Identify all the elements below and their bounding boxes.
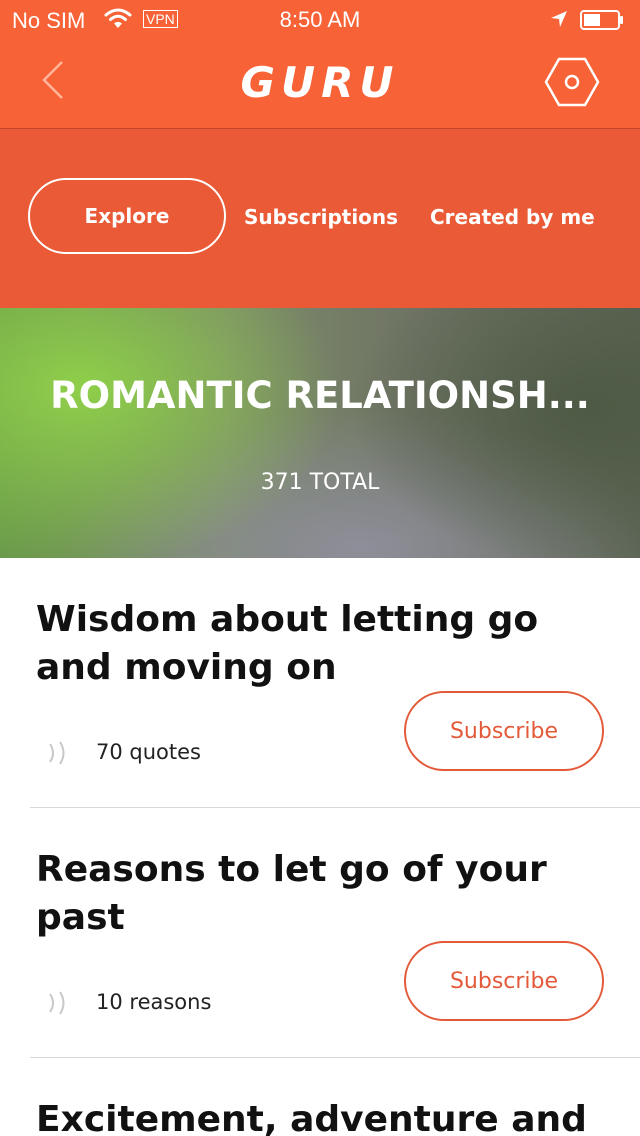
list-item[interactable]: Excitement, adventure and <box>0 1058 640 1136</box>
status-bar: No SIM VPN 8:50 AM <box>0 0 640 40</box>
tab-bar: Explore Subscriptions Created by me <box>0 129 640 308</box>
app-header: No SIM VPN 8:50 AM GURU <box>0 0 640 128</box>
item-title: Excitement, adventure and <box>36 1099 587 1136</box>
tab-created-by-me[interactable]: Created by me <box>430 205 595 229</box>
settings-hexagon-icon[interactable] <box>544 56 600 108</box>
list-item[interactable]: Wisdom about letting go and moving on 70… <box>0 558 640 808</box>
item-title: Wisdom about letting go and moving on <box>36 599 539 688</box>
sound-waves-icon <box>49 741 65 765</box>
item-title: Reasons to let go of your past <box>36 849 547 938</box>
category-hero: ROMANTIC RELATIONSH... 371 TOTAL <box>0 308 640 558</box>
item-count: 70 quotes <box>96 740 201 764</box>
tab-explore[interactable]: Explore <box>28 178 226 254</box>
subscribe-button[interactable]: Subscribe <box>404 941 604 1021</box>
location-arrow-icon <box>551 11 567 27</box>
category-title: ROMANTIC RELATIONSH... <box>50 374 590 417</box>
list-item[interactable]: Reasons to let go of your past 10 reason… <box>0 808 640 1058</box>
item-count: 10 reasons <box>96 990 212 1014</box>
sound-waves-icon <box>49 991 65 1015</box>
subscribe-button[interactable]: Subscribe <box>404 691 604 771</box>
battery-icon <box>580 10 623 30</box>
tab-subscriptions[interactable]: Subscriptions <box>244 205 398 229</box>
category-total: 371 TOTAL <box>260 470 380 495</box>
status-time: 8:50 AM <box>279 7 361 32</box>
